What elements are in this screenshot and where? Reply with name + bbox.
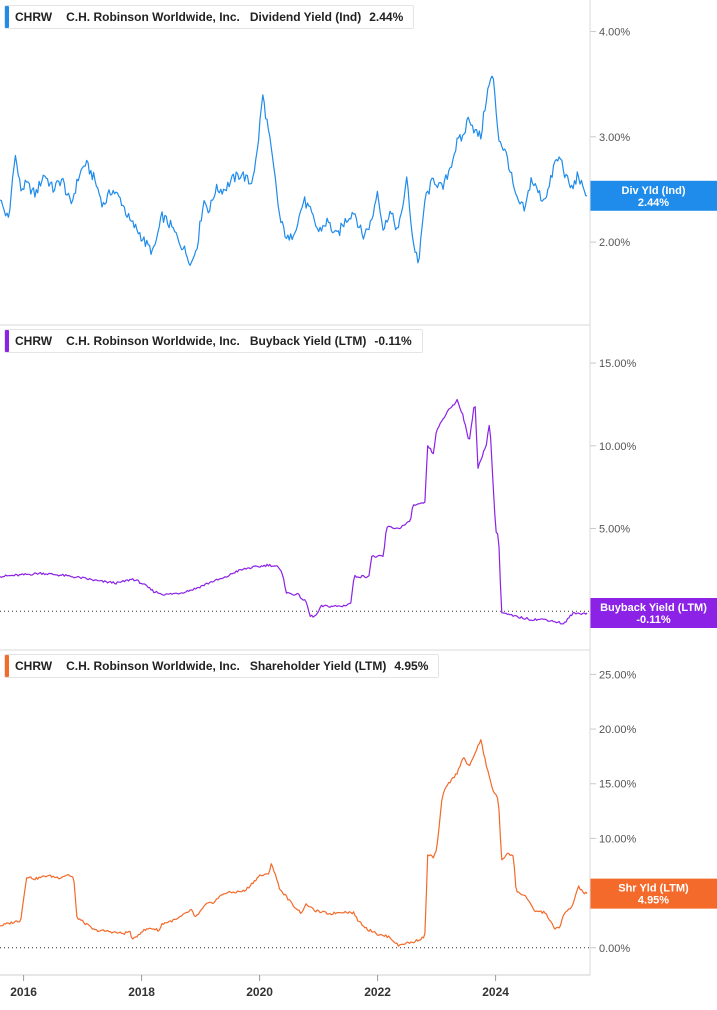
- legend-company: C.H. Robinson Worldwide, Inc.: [66, 10, 240, 24]
- x-tick-label: 2024: [482, 985, 509, 999]
- chart-root: 2.00% 3.00% 4.00% Div Yld (Ind) 2.44% 5.00% 10…: [0, 0, 717, 1005]
- legend-buyback-yield[interactable]: CHRW C.H. Robinson Worldwide, Inc. Buyba…: [4, 329, 423, 353]
- legend-value: -0.11%: [374, 334, 412, 348]
- y-tick-label: 10.00%: [599, 833, 637, 845]
- y-tick-label: 15.00%: [599, 779, 637, 791]
- legend-value: 4.95%: [394, 659, 429, 673]
- legend-metric: Buyback Yield (LTM): [249, 334, 367, 348]
- x-tick-label: 2018: [128, 985, 155, 999]
- badge-label: Div Yld (Ind): [622, 185, 686, 197]
- legend-metric: Dividend Yield (Ind): [249, 10, 362, 24]
- y-tick-label: 20.00%: [599, 724, 637, 736]
- series-line-1: [0, 75, 588, 266]
- y-tick-label: 0.00%: [599, 943, 630, 955]
- legend-ticker: CHRW: [15, 659, 53, 673]
- badge-label: Buyback Yield (LTM): [600, 602, 707, 614]
- x-tick-label: 2016: [10, 985, 37, 999]
- badge-label: Shr Yld (LTM): [618, 883, 689, 895]
- y-tick-label: 4.00%: [599, 27, 630, 39]
- y-tick-label: 2.00%: [599, 237, 630, 249]
- legend-company: C.H. Robinson Worldwide, Inc.: [66, 659, 240, 673]
- badge-value: -0.11%: [636, 614, 670, 626]
- legend-swatch-buyback: [5, 330, 9, 352]
- legend-value: 2.44%: [369, 10, 404, 24]
- legend-metric: Shareholder Yield (LTM): [249, 659, 387, 673]
- x-tick-label: 2020: [246, 985, 273, 999]
- legend-ticker: CHRW: [15, 10, 53, 24]
- y-tick-label: 3.00%: [599, 132, 630, 144]
- legend-shareholder-yield[interactable]: CHRW C.H. Robinson Worldwide, Inc. Share…: [4, 654, 440, 678]
- y-tick-label: 15.00%: [599, 358, 637, 370]
- x-tick-label: 2022: [364, 985, 391, 999]
- y-tick-label: 25.00%: [599, 669, 637, 681]
- badge-value: 4.95%: [638, 895, 669, 907]
- legend-swatch-shareholder: [5, 655, 9, 677]
- legend-dividend-yield[interactable]: CHRW C.H. Robinson Worldwide, Inc. Divid…: [4, 5, 415, 29]
- series-line-3: [0, 739, 588, 947]
- y-tick-label: 5.00%: [599, 523, 630, 535]
- series-line-2: [0, 398, 588, 625]
- y-tick-label: 10.00%: [599, 441, 637, 453]
- chart-svg: 2.00%3.00%4.00%Div Yld (Ind)2.44%5.00%10…: [0, 0, 717, 999]
- legend-ticker: CHRW: [15, 334, 53, 348]
- legend-company: C.H. Robinson Worldwide, Inc.: [66, 334, 240, 348]
- legend-swatch-dividend: [5, 6, 9, 28]
- badge-value: 2.44%: [638, 197, 669, 209]
